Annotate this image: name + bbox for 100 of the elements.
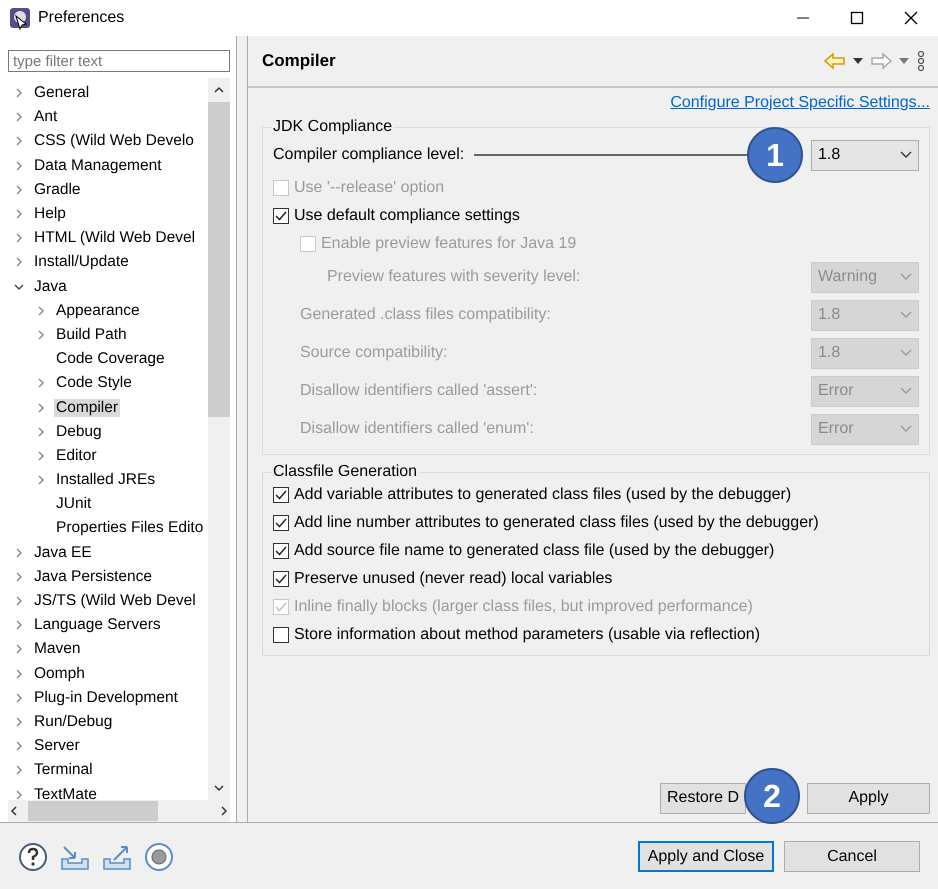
record-icon[interactable] (144, 842, 174, 872)
expand-icon[interactable] (14, 112, 24, 122)
expand-icon[interactable] (36, 402, 46, 413)
maximize-icon[interactable] (850, 11, 864, 25)
menu-icon[interactable] (916, 50, 926, 72)
tree-item[interactable]: Installed JREs (54, 471, 158, 490)
expand-icon[interactable] (14, 160, 24, 171)
forward-icon[interactable] (870, 52, 892, 70)
expand-icon[interactable] (14, 668, 24, 679)
tree-item[interactable]: Java Persistence (32, 568, 154, 586)
tree-item[interactable]: Server (32, 737, 82, 756)
tree-item[interactable]: JS/TS (Wild Web Devel (32, 592, 198, 610)
tree-item[interactable]: JUnit (54, 495, 94, 514)
apply-and-close-button[interactable]: Apply and Close (638, 841, 774, 872)
expand-icon[interactable] (14, 716, 24, 727)
tree-item[interactable]: Maven (32, 640, 83, 658)
tree-item[interactable]: Appearance (54, 302, 142, 320)
field-label: Preview features with severity level: (327, 268, 580, 286)
expand-icon[interactable] (14, 233, 24, 244)
vertical-scrollbar[interactable] (208, 78, 230, 800)
expand-icon[interactable] (14, 596, 24, 606)
close-icon[interactable] (904, 11, 918, 25)
tree-item[interactable]: Editor (54, 446, 98, 465)
tree-item[interactable]: Compiler (54, 398, 120, 417)
expand-icon[interactable] (14, 184, 24, 195)
checkbox-label: Add source file name to generated class file (used by the debugger) (294, 542, 774, 560)
tree-item[interactable]: Help (32, 205, 68, 224)
expand-icon[interactable] (14, 572, 24, 582)
expand-icon[interactable] (36, 378, 46, 388)
configure-link[interactable]: Configure Project Specific Settings... (670, 94, 930, 112)
checkbox[interactable] (273, 487, 289, 503)
chevron-down-icon (900, 151, 912, 159)
dropdown-icon[interactable] (852, 56, 864, 66)
checkbox-label: Enable preview features for Java 19 (321, 235, 576, 253)
expand-icon[interactable] (14, 765, 24, 776)
tree-item[interactable]: Install/Update (32, 253, 131, 272)
help-icon[interactable] (18, 842, 48, 872)
expand-icon[interactable] (14, 790, 24, 800)
cancel-button[interactable]: Cancel (784, 841, 920, 872)
tree-item[interactable]: Debug (54, 422, 104, 441)
checkbox-label: Preserve unused (never read) local variables (294, 570, 612, 588)
tree-item[interactable]: Ant (32, 108, 60, 126)
chevron-down-icon (900, 349, 912, 357)
tree-item[interactable]: Data Management (32, 156, 164, 175)
checkbox[interactable] (273, 571, 289, 587)
filter-field[interactable]: type filter text (8, 50, 230, 72)
tree-item[interactable]: Terminal (32, 761, 95, 780)
expand-icon[interactable] (14, 88, 24, 98)
tree-item[interactable]: Java EE (32, 544, 94, 562)
dropdown[interactable]: 1.8 (811, 140, 919, 170)
expand-icon[interactable] (14, 548, 24, 558)
restore-button[interactable]: Restore D (660, 782, 746, 814)
expand-icon[interactable] (14, 257, 24, 268)
expand-icon[interactable] (36, 426, 46, 437)
expand-icon[interactable] (14, 136, 24, 146)
expand-icon[interactable] (36, 330, 46, 340)
apply-button[interactable]: Apply (807, 782, 930, 814)
expand-icon[interactable] (14, 620, 24, 630)
checkbox-label: Add line number attributes to generated class files (used by the debugger) (294, 514, 819, 532)
tree-item[interactable]: Plug-in Development (32, 688, 180, 707)
chevron-down-icon (900, 311, 912, 319)
checkbox-label: Use '--release' option (294, 179, 444, 197)
field-label: Disallow identifiers called 'enum': (300, 420, 534, 438)
tree-item[interactable]: CSS (Wild Web Develo (32, 132, 196, 150)
collapse-icon[interactable] (14, 282, 24, 292)
tree-item[interactable]: Code Style (54, 374, 134, 392)
callout-badge: 1 (747, 127, 803, 183)
expand-icon[interactable] (36, 306, 46, 316)
tree-item[interactable]: Build Path (54, 326, 129, 344)
field-label: Generated .class files compatibility: (300, 306, 551, 324)
expand-icon[interactable] (14, 741, 24, 752)
expand-icon[interactable] (14, 644, 24, 654)
checkbox[interactable] (273, 208, 289, 224)
checkbox[interactable] (273, 627, 289, 643)
tree-item[interactable]: Java (32, 278, 69, 296)
splitter[interactable] (237, 36, 248, 822)
tree-item[interactable]: Language Servers (32, 616, 163, 634)
expand-icon[interactable] (36, 450, 46, 461)
horizontal-scrollbar[interactable] (8, 800, 230, 822)
page-title: Compiler (262, 51, 337, 71)
checkbox[interactable] (273, 543, 289, 559)
back-icon[interactable] (824, 52, 846, 70)
field-label: Compiler compliance level: (273, 146, 464, 164)
tree-item[interactable]: Gradle (32, 180, 83, 199)
tree-item[interactable]: HTML (Wild Web Devel (32, 229, 198, 248)
group-title: Classfile Generation (272, 463, 418, 481)
tree-item[interactable]: General (32, 84, 92, 102)
tree-item[interactable]: Oomph (32, 664, 87, 683)
expand-icon[interactable] (14, 692, 24, 703)
checkbox[interactable] (273, 515, 289, 531)
tree-item[interactable]: Run/Debug (32, 712, 114, 731)
tree-item[interactable]: Code Coverage (54, 350, 167, 368)
tree-item[interactable]: TextMate (32, 786, 99, 800)
tree-item[interactable]: Properties Files Edito (54, 519, 206, 538)
checkbox-label: Add variable attributes to generated class files (used by the debugger) (294, 486, 792, 504)
expand-icon[interactable] (36, 475, 46, 486)
checkbox-label: Store information about method parameters (usable via reflection) (294, 626, 760, 644)
chevron-down-icon (900, 387, 912, 395)
field-label: Disallow identifiers called 'assert': (300, 382, 538, 400)
expand-icon[interactable] (14, 209, 24, 220)
